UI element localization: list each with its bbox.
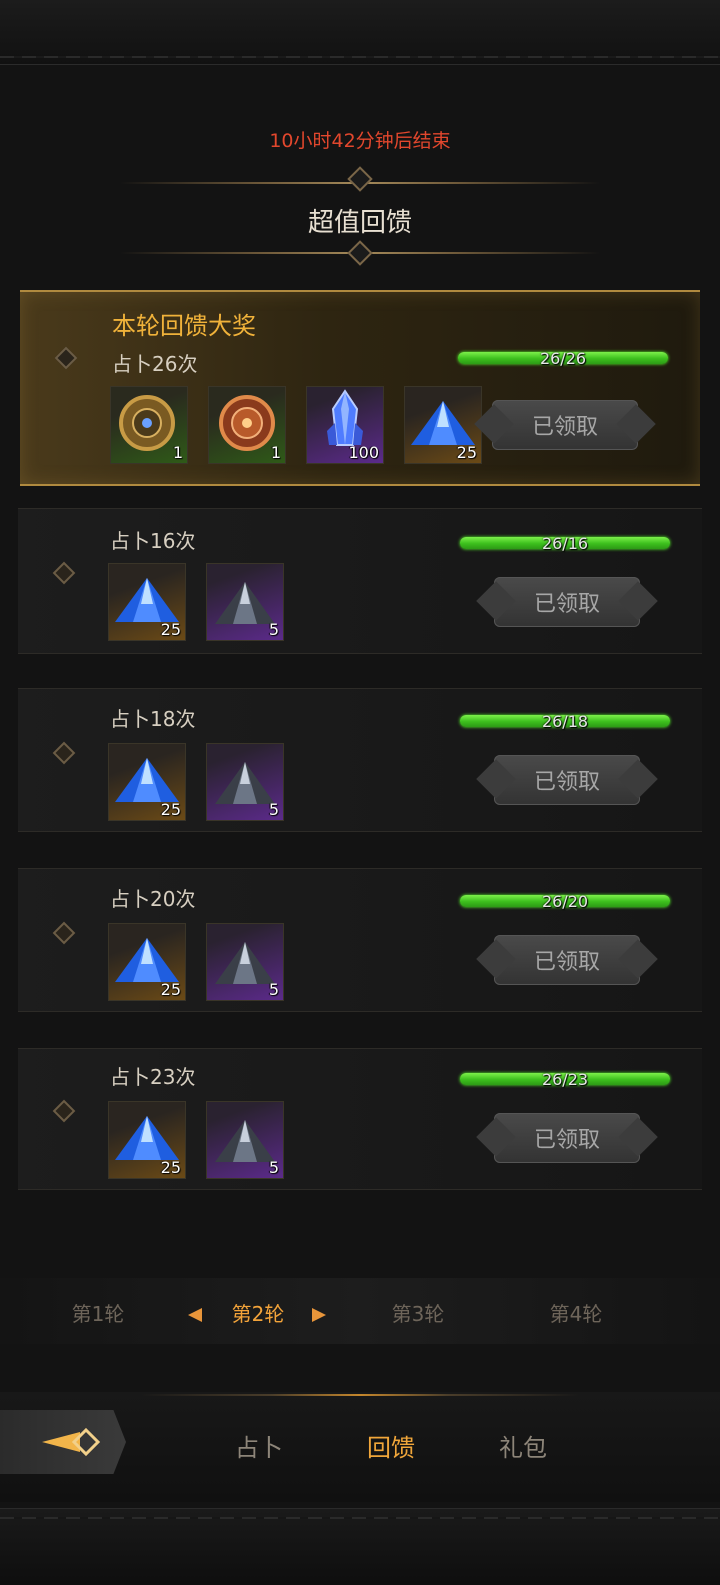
reward-item[interactable]: 1: [110, 386, 188, 464]
item-count: 25: [160, 800, 181, 819]
progress-text: 26/16: [541, 534, 589, 553]
tab-round-1[interactable]: 第1轮: [38, 1298, 158, 1327]
countdown-timer: 10小时42分钟后结束: [269, 130, 451, 152]
reward-item[interactable]: 5: [206, 743, 284, 821]
row-bullet-icon: [52, 921, 76, 945]
claimed-button-label: 已领取: [533, 770, 600, 795]
round-selector: 第1轮 第2轮 第3轮 第4轮: [0, 1278, 720, 1344]
item-count: 1: [270, 443, 281, 462]
item-count: 100: [348, 443, 379, 462]
reward-item[interactable]: 1: [208, 386, 286, 464]
chevron-right-icon: [312, 1308, 326, 1322]
reward-item[interactable]: 25: [108, 563, 186, 641]
reward-item[interactable]: 25: [404, 386, 482, 464]
item-count: 25: [160, 980, 181, 999]
item-count: 5: [268, 800, 279, 819]
back-arrow-icon: [42, 1427, 101, 1457]
claimed-button-label: 已领取: [533, 1128, 600, 1153]
item-count: 5: [268, 980, 279, 999]
reward-item[interactable]: 25: [108, 743, 186, 821]
reward-items: 25 5: [108, 743, 284, 821]
progress-text: 26/23: [541, 1070, 589, 1089]
progress-text: 26/26: [539, 349, 587, 368]
reward-item[interactable]: 25: [108, 1101, 186, 1179]
row-bullet-icon: [54, 346, 78, 370]
grand-prize-title: 本轮回馈大奖: [112, 312, 256, 340]
grand-prize-label: 占卜26次: [112, 352, 198, 376]
reward-label: 占卜23次: [110, 1065, 196, 1089]
tab-divination[interactable]: 占卜: [214, 1428, 304, 1463]
claimed-button[interactable]: 已领取: [494, 577, 640, 627]
reward-items: 1 1 100 25: [110, 386, 482, 464]
claimed-button[interactable]: 已领取: [494, 935, 640, 985]
tab-round-4[interactable]: 第4轮: [516, 1298, 636, 1327]
reward-item[interactable]: 25: [108, 923, 186, 1001]
reward-row: 占卜20次 26/20 25 5 已领取: [18, 868, 702, 1012]
claimed-button[interactable]: 已领取: [494, 755, 640, 805]
claimed-button-label: 已领取: [531, 415, 598, 440]
bottom-ornament-band: [0, 1508, 720, 1585]
grand-prize-row: 本轮回馈大奖 占卜26次 26/26 1 1 100 25 已领取: [20, 290, 700, 486]
tab-round-2[interactable]: 第2轮: [198, 1298, 318, 1327]
reward-item[interactable]: 5: [206, 1101, 284, 1179]
claimed-button[interactable]: 已领取: [494, 1113, 640, 1163]
reward-item[interactable]: 100: [306, 386, 384, 464]
nav-divider: [140, 1394, 580, 1396]
reward-row: 占卜16次 26/16 25 5 已领取: [18, 508, 702, 654]
title-ornament-bottom-icon: [347, 240, 373, 266]
item-count: 25: [160, 1158, 181, 1177]
row-bullet-icon: [52, 1099, 76, 1123]
reward-label: 占卜16次: [110, 529, 196, 553]
item-count: 25: [160, 620, 181, 639]
claimed-button-label: 已领取: [533, 950, 600, 975]
tab-round-3[interactable]: 第3轮: [358, 1298, 478, 1327]
tab-feedback[interactable]: 回馈: [346, 1428, 436, 1463]
reward-label: 占卜20次: [110, 887, 196, 911]
reward-items: 25 5: [108, 923, 284, 1001]
reward-items: 25 5: [108, 1101, 284, 1179]
reward-items: 25 5: [108, 563, 284, 641]
tab-gift-pack[interactable]: 礼包: [478, 1428, 568, 1463]
progress-text: 26/18: [541, 712, 589, 731]
reward-label: 占卜18次: [110, 707, 196, 731]
reward-row: 占卜18次 26/18 25 5 已领取: [18, 688, 702, 832]
claimed-button[interactable]: 已领取: [492, 400, 638, 450]
row-bullet-icon: [52, 741, 76, 765]
page-title: 超值回馈: [307, 208, 412, 238]
item-count: 1: [172, 443, 183, 462]
reward-item[interactable]: 5: [206, 563, 284, 641]
reward-item[interactable]: 5: [206, 923, 284, 1001]
claimed-button-label: 已领取: [533, 592, 600, 617]
item-count: 25: [456, 443, 477, 462]
back-button[interactable]: [0, 1410, 126, 1474]
item-count: 5: [268, 1158, 279, 1177]
reward-row: 占卜23次 26/23 25 5 已领取: [18, 1048, 702, 1190]
top-ornament-band: [0, 0, 720, 65]
title-ornament-icon: [347, 166, 373, 192]
row-bullet-icon: [52, 561, 76, 585]
progress-text: 26/20: [541, 892, 589, 911]
item-count: 5: [268, 620, 279, 639]
